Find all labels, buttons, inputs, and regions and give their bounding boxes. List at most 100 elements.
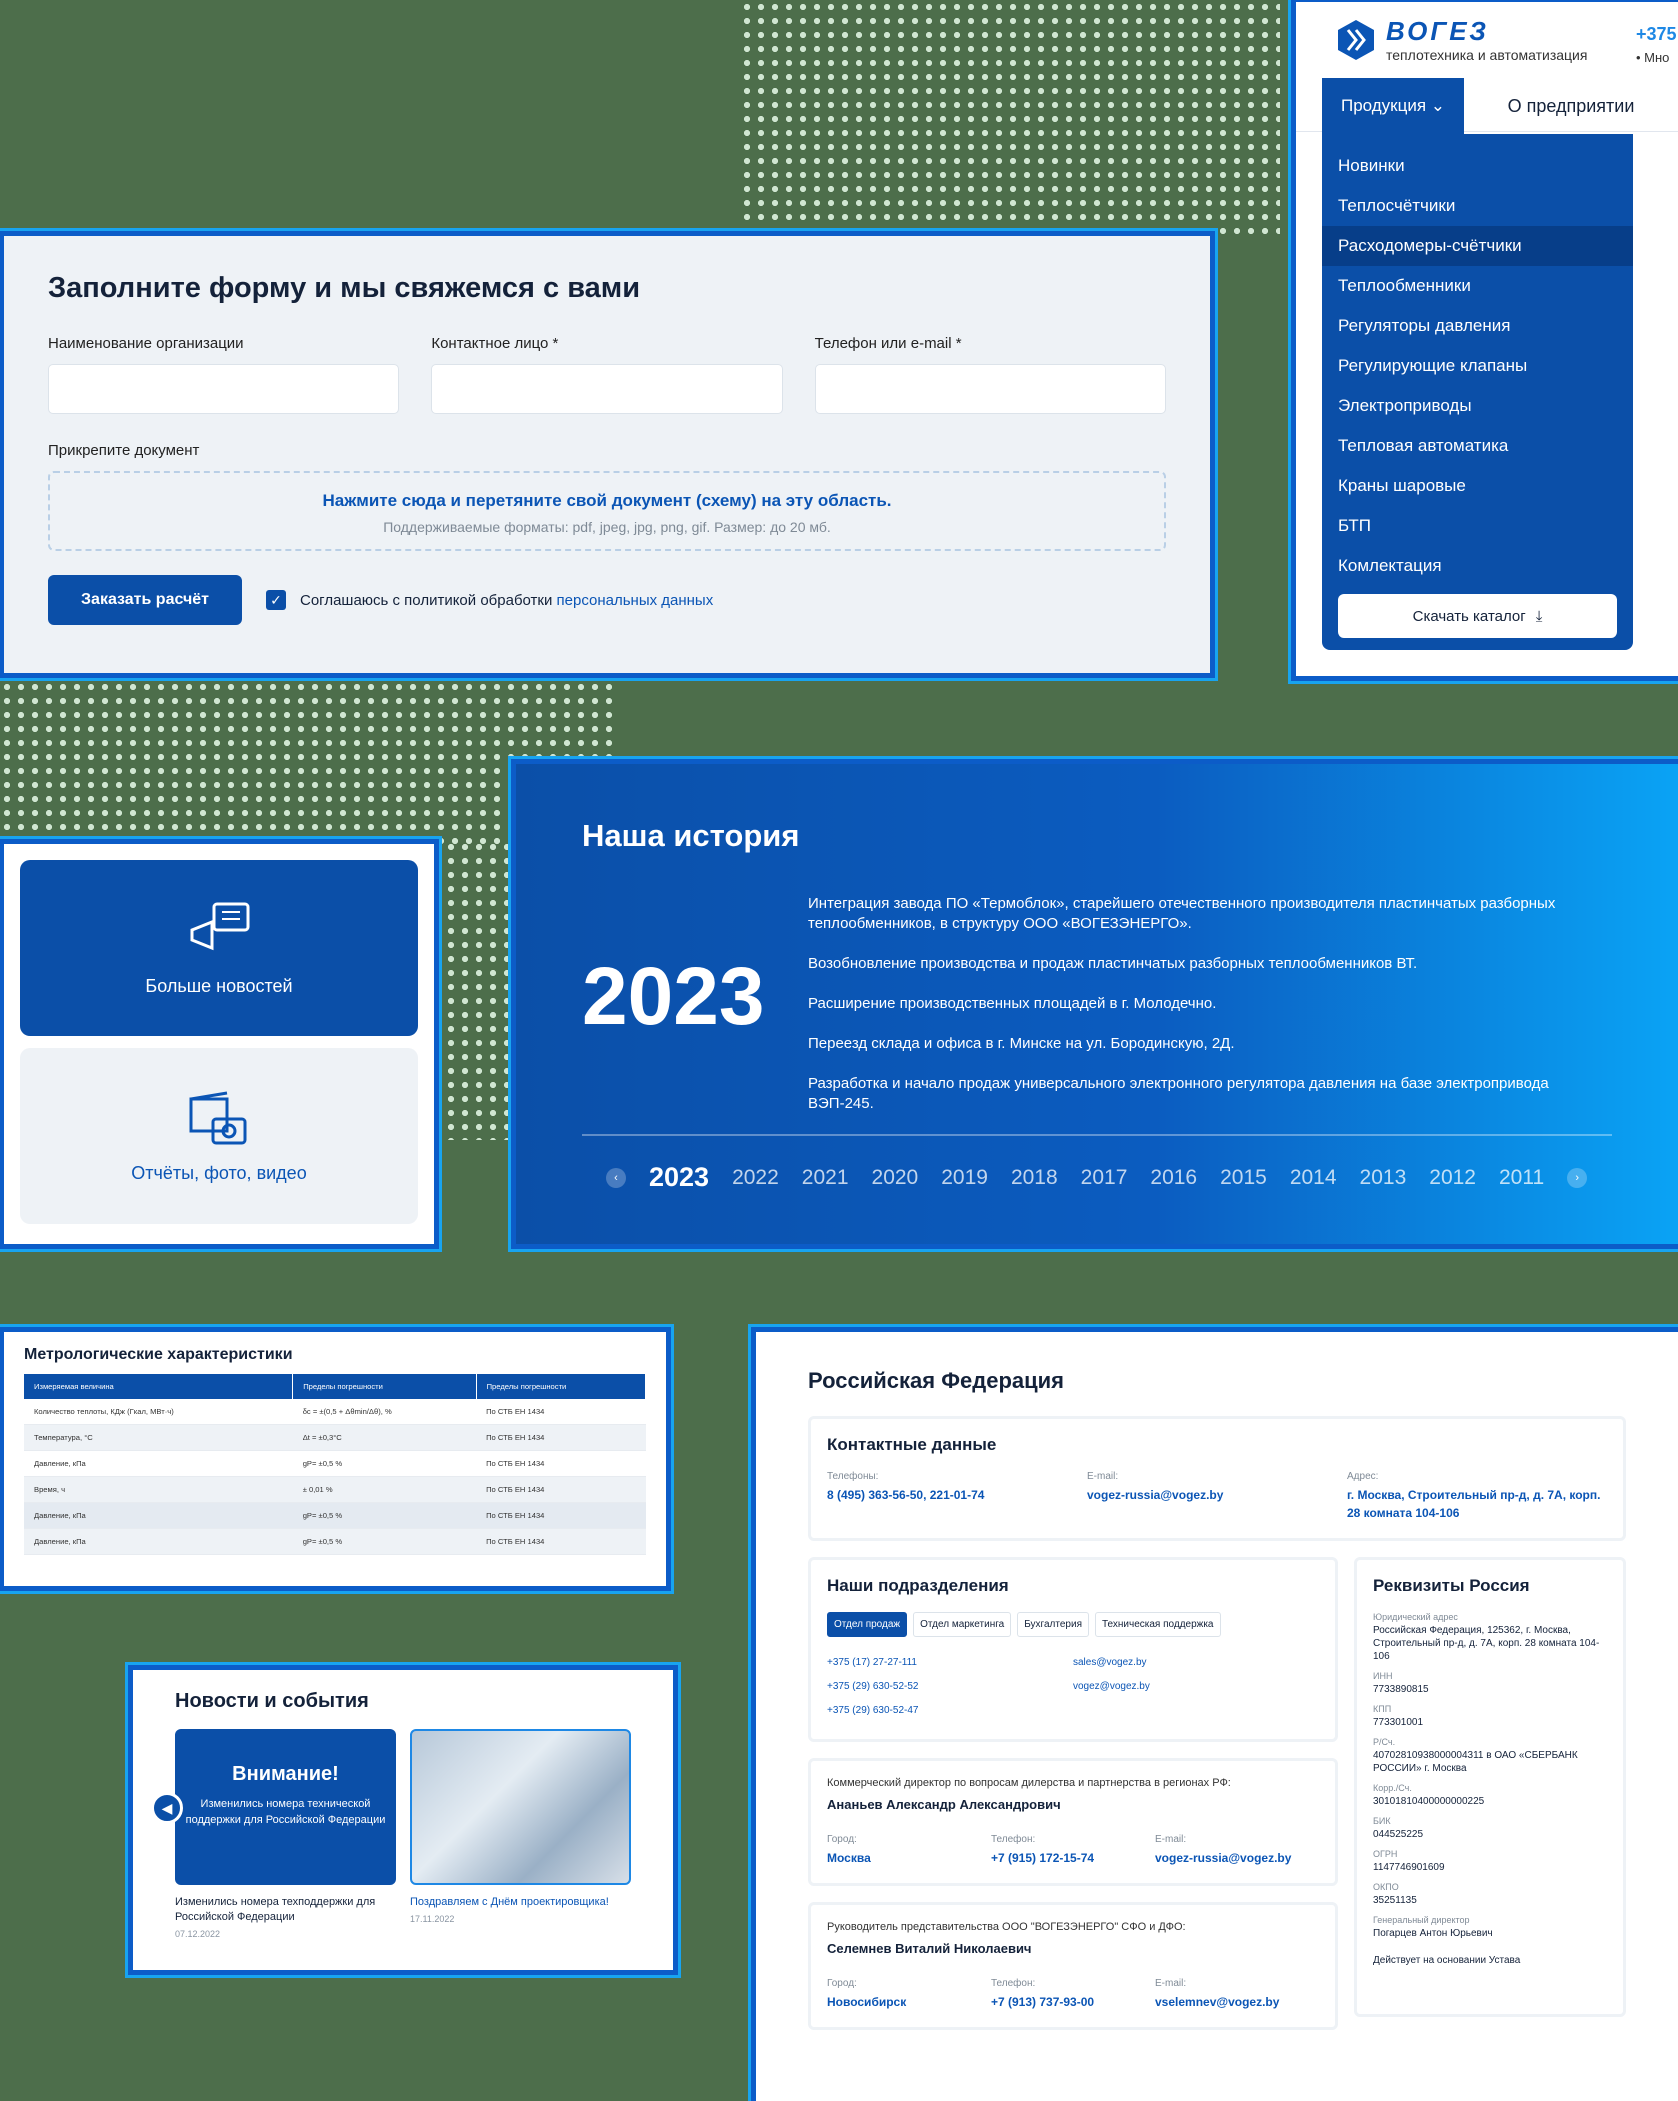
division-email[interactable]: vogez@vogez.by: [1073, 1675, 1319, 1699]
year-item[interactable]: 2020: [872, 1166, 919, 1190]
reports-tile[interactable]: Отчёты, фото, видео: [20, 1048, 418, 1224]
req-label: Р/Сч.: [1373, 1737, 1396, 1747]
menu-item[interactable]: Новинки: [1322, 146, 1633, 186]
address-label: Адрес:: [1347, 1471, 1379, 1482]
address-value[interactable]: г. Москва, Строительный пр-д, д. 7А, кор…: [1347, 1486, 1607, 1522]
phone-label: Телефон или e-mail *: [814, 335, 962, 352]
table-cell: По СТБ ЕН 1434: [476, 1528, 646, 1555]
more-news-tile[interactable]: Больше новостей: [20, 860, 418, 1036]
tel-label: Телефон:: [991, 1834, 1036, 1845]
table-cell: По СТБ ЕН 1434: [476, 1502, 646, 1529]
news-image: [410, 1729, 631, 1885]
year-item[interactable]: 2017: [1081, 1166, 1128, 1190]
menu-item[interactable]: Регуляторы давления: [1322, 306, 1633, 346]
person-email[interactable]: vogez-russia@vogez.by: [1155, 1849, 1319, 1867]
menu-item[interactable]: Теплосчётчики: [1322, 186, 1633, 226]
division-phone[interactable]: +375 (29) 630-52-52: [827, 1675, 1073, 1699]
dropzone-formats: Поддерживаемые форматы: pdf, jpeg, jpg, …: [383, 519, 831, 535]
phones-value[interactable]: 8 (495) 363-56-50, 221-01-74: [827, 1486, 1087, 1504]
req-value: 35251135: [1373, 1895, 1417, 1906]
city-label: Город:: [827, 1978, 857, 1989]
year-item[interactable]: 2015: [1220, 1166, 1267, 1190]
news-card[interactable]: Поздравляем с Днём проектировщика! 17.11…: [410, 1729, 631, 1939]
dropzone-text: Нажмите сюда и перетяните свой документ …: [322, 491, 892, 510]
menu-item[interactable]: БТП: [1322, 506, 1633, 546]
division-phone[interactable]: +375 (29) 630-52-47: [827, 1699, 1073, 1723]
tab-support[interactable]: Техническая поддержка: [1094, 1612, 1221, 1637]
contact-data-title: Контактные данные: [827, 1435, 997, 1454]
tab-accounting[interactable]: Бухгалтерия: [1017, 1612, 1089, 1637]
news-card[interactable]: Внимание! Изменились номера технической …: [175, 1729, 396, 1939]
metrology-title: Метрологические характеристики: [24, 1346, 293, 1363]
table-row: Температура, °С Δt = ±0,3°С По СТБ ЕН 1434: [24, 1424, 646, 1451]
year-item[interactable]: 2012: [1429, 1166, 1476, 1190]
year-item[interactable]: 2013: [1360, 1166, 1407, 1190]
download-label: Скачать каталог: [1412, 607, 1526, 625]
year-item[interactable]: 2018: [1011, 1166, 1058, 1190]
file-dropzone[interactable]: Нажмите сюда и перетяните свой документ …: [48, 471, 1166, 551]
tab-marketing[interactable]: Отдел маркетинга: [913, 1612, 1012, 1637]
contacts-section: Российская Федерация Контактные данные Т…: [756, 1332, 1678, 2101]
city-label: Город:: [827, 1834, 857, 1845]
header-phone[interactable]: +375: [1636, 24, 1677, 45]
history-title: Наша история: [582, 818, 800, 853]
tab-about[interactable]: О предприятии: [1464, 78, 1678, 134]
year-item[interactable]: 2014: [1290, 1166, 1337, 1190]
more-news-label: Больше новостей: [145, 975, 293, 996]
privacy-link[interactable]: персональных данных: [557, 592, 714, 609]
table-cell: Температура, °С: [24, 1424, 293, 1451]
reports-label: Отчёты, фото, видео: [131, 1162, 307, 1183]
menu-item[interactable]: Регулирующие клапаны: [1322, 346, 1633, 386]
division-phone[interactable]: +375 (17) 27-27-111: [827, 1651, 1073, 1675]
attach-label: Прикрепите документ: [48, 442, 200, 459]
prev-arrow-icon[interactable]: ◀: [151, 1792, 183, 1824]
news-tiles: Больше новостей Отчёты, фото, видео: [4, 844, 434, 1244]
table-cell: gP= ±0,5 %: [292, 1502, 477, 1529]
tab-sales[interactable]: Отдел продаж: [827, 1612, 908, 1637]
menu-item[interactable]: Краны шаровые: [1322, 466, 1633, 506]
email-value[interactable]: vogez-russia@vogez.by: [1087, 1486, 1347, 1504]
year-item[interactable]: 2021: [802, 1166, 849, 1190]
next-arrow-icon[interactable]: ›: [1567, 1167, 1588, 1188]
table-row: Количество теплоты, КДж (Гкал, МВт·ч) δc …: [24, 1399, 646, 1425]
contact-input[interactable]: [431, 364, 783, 414]
year-item[interactable]: 2016: [1150, 1166, 1197, 1190]
person-phone[interactable]: +7 (913) 737-93-00: [991, 1993, 1155, 2011]
submit-button[interactable]: Заказать расчёт: [48, 575, 242, 625]
form-title: Заполните форму и мы свяжемся с вами: [48, 272, 641, 304]
year-item[interactable]: 2022: [732, 1166, 779, 1190]
year-item[interactable]: 2019: [941, 1166, 988, 1190]
news-card-title[interactable]: Поздравляем с Днём проектировщика!: [410, 1895, 631, 1910]
download-icon: ⤓: [1535, 607, 1543, 625]
table-cell: Время, ч: [24, 1476, 293, 1503]
person-role: Коммерческий директор по вопросам дилерс…: [827, 1777, 1231, 1789]
logo[interactable]: ВОГЕЗ теплотехника и автоматизация: [1336, 16, 1587, 63]
req-label: ОГРН: [1373, 1849, 1398, 1859]
prev-arrow-icon[interactable]: ‹: [606, 1167, 626, 1188]
person-email[interactable]: vselemnev@vogez.by: [1155, 1993, 1319, 2011]
phone-email-input[interactable]: [814, 364, 1166, 414]
req-value: Погарцев Антон Юрьевич: [1373, 1928, 1493, 1939]
agree-checkbox[interactable]: ✓: [266, 590, 286, 610]
req-label: КПП: [1373, 1704, 1392, 1714]
division-email[interactable]: sales@vogez.by: [1073, 1651, 1319, 1675]
menu-item[interactable]: Электроприводы: [1322, 386, 1633, 426]
person-role: Руководитель представительства ООО "ВОГЕ…: [827, 1921, 1186, 1933]
table-cell: Δt = ±0,3°С: [292, 1424, 477, 1451]
menu-item[interactable]: Тепловая автоматика: [1322, 426, 1633, 466]
news-card-title[interactable]: Изменились номера техподдержки для Росси…: [175, 1895, 396, 1925]
mail-label: E-mail:: [1155, 1978, 1187, 1989]
req-value: 40702810938000004311 в ОАО «СБЕРБАНК РОС…: [1373, 1750, 1578, 1774]
year-item-active[interactable]: 2023: [649, 1162, 709, 1193]
person-name: Селемнев Виталий Николаевич: [827, 1941, 1032, 1956]
history-events: Интеграция завода ПО «Термоблок», старей…: [808, 894, 1608, 1134]
person-phone[interactable]: +7 (915) 172-15-74: [991, 1849, 1155, 1867]
menu-item-active[interactable]: Расходомеры-счётчики: [1322, 226, 1633, 266]
menu-item[interactable]: Теплообменники: [1322, 266, 1633, 306]
mail-label: E-mail:: [1155, 1834, 1187, 1845]
tab-products[interactable]: Продукция ⌄: [1322, 78, 1464, 134]
download-catalog-button[interactable]: Скачать каталог ⤓: [1338, 594, 1617, 638]
menu-item[interactable]: Комлектация: [1322, 546, 1633, 586]
org-input[interactable]: [48, 364, 400, 414]
year-item[interactable]: 2011: [1499, 1166, 1544, 1190]
